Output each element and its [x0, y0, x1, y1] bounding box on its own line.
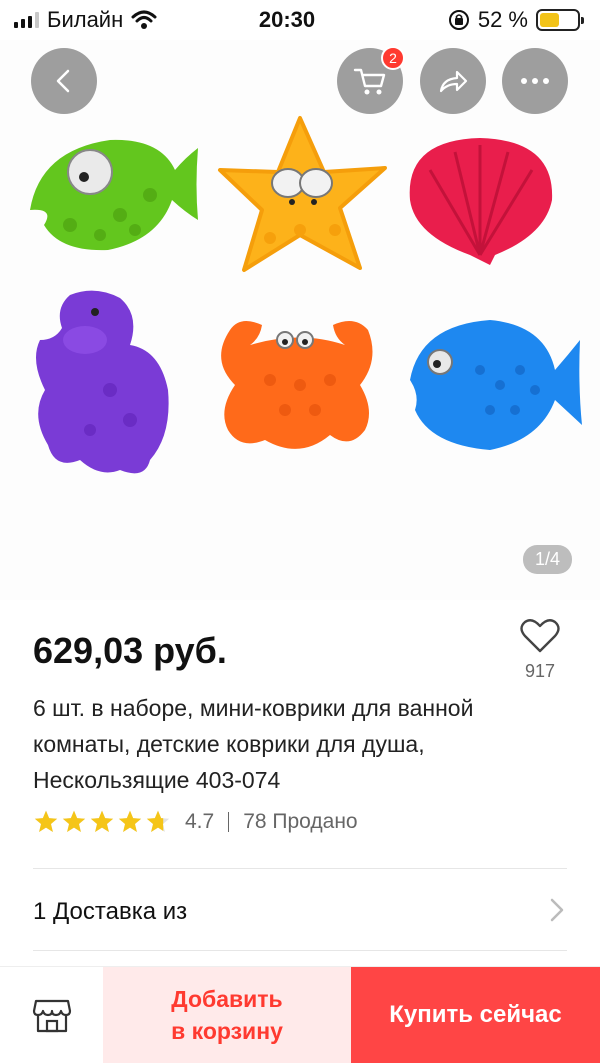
delivery-label[interactable]: 1 Доставка из	[33, 898, 187, 926]
cart-count-badge: 2	[381, 46, 405, 70]
chevron-right-icon[interactable]	[548, 897, 566, 923]
heart-icon	[520, 619, 560, 653]
star-icon	[62, 810, 86, 832]
cart-icon	[353, 68, 386, 95]
sold-count: 78 Продано	[243, 810, 358, 833]
divider	[33, 868, 567, 869]
star-icon	[146, 810, 170, 832]
clock: 20:30	[258, 7, 316, 32]
add-to-cart-button[interactable]: Добавить в корзину	[103, 967, 351, 1063]
purple-hippo-mat	[36, 290, 169, 474]
red-shell-mat	[409, 138, 553, 265]
status-bar: Билайн 20:30 52 %	[0, 0, 600, 40]
buy-now-button[interactable]: Купить сейчас	[351, 967, 600, 1063]
divider	[33, 950, 567, 951]
orange-crab-mat	[221, 321, 373, 449]
orientation-lock-icon	[448, 10, 469, 30]
star-icon	[118, 810, 142, 832]
status-right: 52 %	[380, 7, 584, 33]
cart-button[interactable]: 2	[337, 46, 405, 114]
star-icon	[34, 810, 58, 832]
wishlist-button[interactable]: 917	[510, 618, 570, 682]
share-button[interactable]	[420, 48, 486, 114]
store-icon	[32, 999, 71, 1033]
signal-icon	[14, 12, 39, 28]
carrier-name: Билайн	[47, 7, 124, 32]
blue-fish-mat	[410, 320, 582, 450]
rating-value: 4.7	[185, 810, 215, 833]
add-to-cart-line2: в корзину	[171, 1018, 283, 1044]
store-button[interactable]	[0, 967, 103, 1063]
product-image	[30, 116, 582, 474]
rating-row[interactable]: 4.7 78 Продано	[33, 809, 358, 835]
star-icon	[90, 810, 114, 832]
more-icon	[521, 78, 549, 84]
battery-percent: 52 %	[477, 7, 528, 32]
bottom-action-bar: Добавить в корзину Купить сейчас	[0, 966, 600, 1063]
green-fish-mat	[30, 139, 198, 251]
wifi-icon	[131, 10, 157, 29]
image-page-indicator: 1/4	[522, 545, 572, 574]
product-price: 629,03 руб.	[33, 630, 227, 671]
product-title: 6 шт. в наборе, мини-коврики для ванной …	[33, 695, 474, 793]
rating-stars	[33, 809, 171, 835]
product-image-gallery[interactable]: 2 1/4	[0, 40, 600, 600]
back-button[interactable]	[31, 48, 97, 114]
chevron-left-icon	[56, 69, 70, 93]
wishlist-count: 917	[524, 661, 556, 681]
add-to-cart-line1: Добавить	[171, 986, 283, 1012]
rating-separator	[228, 812, 230, 832]
more-options-button[interactable]	[502, 48, 568, 114]
share-icon	[439, 70, 468, 93]
yellow-starfish-mat	[218, 116, 387, 272]
battery-icon	[536, 9, 584, 31]
